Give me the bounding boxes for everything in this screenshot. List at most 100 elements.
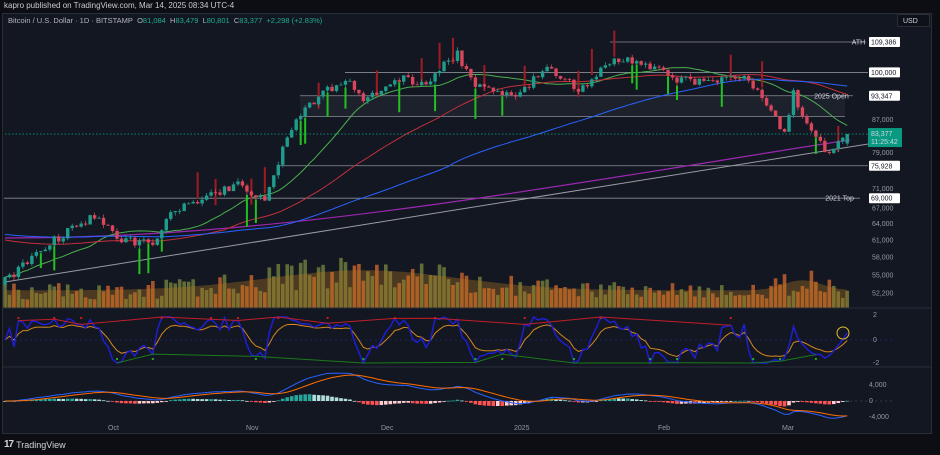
candle[interactable] bbox=[57, 234, 61, 245]
candle[interactable] bbox=[272, 175, 276, 190]
candle[interactable] bbox=[814, 129, 818, 154]
candle[interactable] bbox=[178, 208, 182, 215]
candle[interactable] bbox=[227, 185, 231, 192]
candle[interactable] bbox=[827, 150, 832, 155]
candle[interactable] bbox=[782, 128, 787, 133]
candle[interactable] bbox=[218, 189, 222, 197]
candle[interactable] bbox=[303, 105, 307, 144]
candle[interactable] bbox=[34, 249, 39, 259]
candle[interactable] bbox=[554, 67, 558, 79]
candle[interactable] bbox=[191, 199, 195, 204]
candle[interactable] bbox=[339, 82, 343, 86]
candle[interactable] bbox=[612, 30, 616, 67]
candle[interactable] bbox=[531, 73, 536, 90]
candle[interactable] bbox=[818, 134, 823, 143]
candle[interactable] bbox=[617, 58, 621, 65]
candle[interactable] bbox=[670, 73, 675, 81]
candle[interactable] bbox=[572, 78, 576, 92]
candle[interactable] bbox=[778, 115, 782, 131]
candle[interactable] bbox=[21, 259, 25, 269]
candle[interactable] bbox=[518, 89, 522, 98]
candle[interactable] bbox=[182, 202, 186, 212]
candle[interactable] bbox=[222, 185, 227, 197]
candle[interactable] bbox=[424, 80, 428, 86]
candle[interactable] bbox=[267, 186, 272, 202]
candle[interactable] bbox=[845, 133, 849, 146]
candle[interactable] bbox=[509, 90, 513, 97]
candle[interactable] bbox=[836, 125, 840, 153]
candle[interactable] bbox=[688, 73, 693, 82]
candle[interactable] bbox=[39, 250, 43, 269]
candle[interactable] bbox=[482, 65, 487, 92]
candle[interactable] bbox=[711, 77, 715, 83]
candle[interactable] bbox=[66, 227, 70, 241]
candle[interactable] bbox=[832, 148, 836, 155]
candle[interactable] bbox=[428, 78, 433, 86]
candle[interactable] bbox=[312, 102, 316, 105]
candle[interactable] bbox=[809, 121, 814, 133]
candle[interactable] bbox=[231, 182, 236, 192]
candle[interactable] bbox=[402, 75, 406, 85]
candle[interactable] bbox=[30, 252, 34, 267]
candle[interactable] bbox=[536, 75, 540, 78]
candle[interactable] bbox=[290, 127, 294, 138]
candle[interactable] bbox=[298, 113, 303, 146]
candle[interactable] bbox=[451, 37, 455, 64]
candle[interactable] bbox=[558, 75, 563, 80]
candle[interactable] bbox=[294, 117, 298, 132]
candle[interactable] bbox=[487, 85, 491, 88]
candle[interactable] bbox=[186, 202, 191, 205]
candle[interactable] bbox=[773, 110, 778, 117]
candle[interactable] bbox=[540, 69, 545, 80]
candle[interactable] bbox=[755, 87, 760, 91]
candle[interactable] bbox=[285, 136, 289, 148]
candle[interactable] bbox=[16, 265, 21, 281]
candle[interactable] bbox=[630, 54, 634, 84]
candle[interactable] bbox=[263, 167, 267, 202]
candle[interactable] bbox=[621, 58, 625, 63]
candle[interactable] bbox=[791, 87, 796, 118]
candle[interactable] bbox=[590, 48, 594, 89]
candle[interactable] bbox=[693, 76, 697, 85]
candle[interactable] bbox=[652, 64, 657, 70]
candle[interactable] bbox=[388, 84, 392, 87]
candle[interactable] bbox=[142, 236, 146, 244]
candle[interactable] bbox=[240, 179, 245, 188]
candle[interactable] bbox=[348, 78, 352, 82]
candle[interactable] bbox=[155, 238, 160, 247]
candle[interactable] bbox=[236, 178, 240, 187]
candle[interactable] bbox=[823, 137, 827, 153]
candle[interactable] bbox=[661, 65, 666, 72]
candle[interactable] bbox=[491, 87, 496, 95]
candle[interactable] bbox=[455, 47, 460, 64]
candle[interactable] bbox=[437, 42, 442, 77]
candle[interactable] bbox=[169, 210, 173, 222]
candle[interactable] bbox=[110, 224, 115, 233]
candle[interactable] bbox=[415, 81, 419, 86]
candle[interactable] bbox=[446, 57, 451, 65]
candle[interactable] bbox=[83, 220, 88, 226]
candle[interactable] bbox=[648, 61, 652, 70]
price-chart[interactable]: ATH 109,386100,0002025 Open 93,34775,92820… bbox=[0, 0, 940, 455]
candle[interactable] bbox=[74, 224, 79, 228]
candle[interactable] bbox=[697, 78, 702, 86]
candle[interactable] bbox=[209, 189, 213, 198]
candle[interactable] bbox=[195, 172, 200, 205]
candle[interactable] bbox=[585, 83, 590, 89]
candle[interactable] bbox=[746, 75, 751, 84]
candle[interactable] bbox=[702, 76, 706, 83]
candle[interactable] bbox=[133, 235, 137, 248]
candle[interactable] bbox=[7, 272, 12, 279]
candle[interactable] bbox=[97, 216, 101, 219]
candle[interactable] bbox=[245, 183, 249, 227]
candle[interactable] bbox=[460, 50, 464, 69]
candle[interactable] bbox=[330, 83, 334, 92]
candle[interactable] bbox=[48, 245, 52, 252]
candle[interactable] bbox=[643, 61, 648, 69]
candle[interactable] bbox=[603, 61, 608, 69]
candle[interactable] bbox=[151, 239, 155, 247]
candle[interactable] bbox=[787, 113, 791, 133]
candle[interactable] bbox=[70, 223, 74, 231]
trendline[interactable] bbox=[4, 139, 894, 283]
candle[interactable] bbox=[549, 64, 554, 69]
